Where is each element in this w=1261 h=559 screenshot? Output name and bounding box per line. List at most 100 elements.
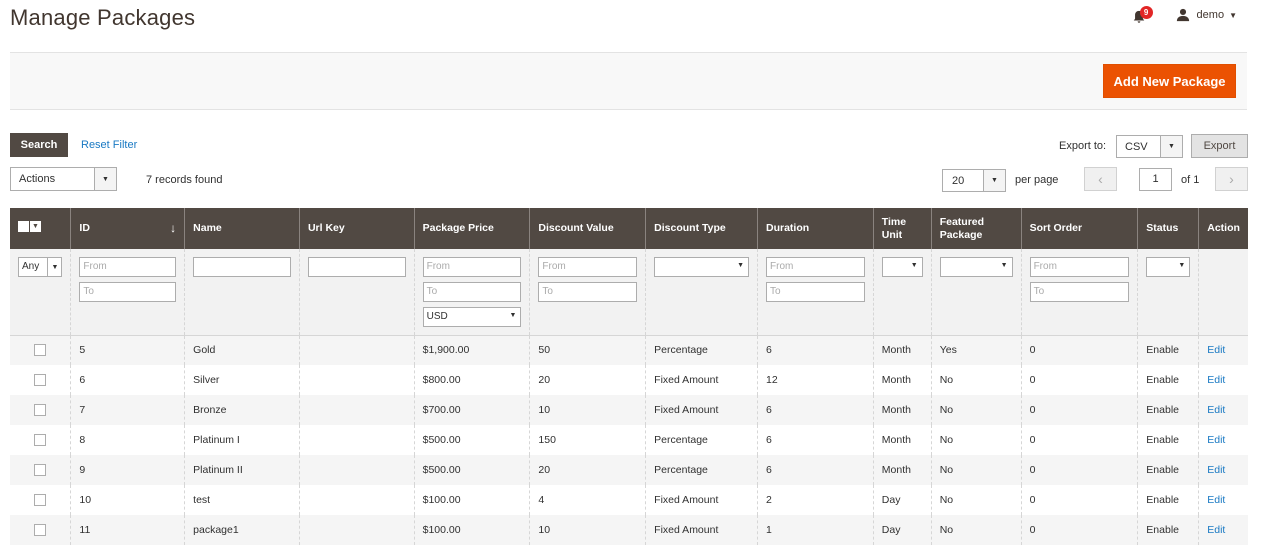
discount-value-to-input[interactable]: To bbox=[538, 282, 638, 302]
notifications-button[interactable]: 9 bbox=[1132, 6, 1153, 24]
edit-link[interactable]: Edit bbox=[1207, 434, 1225, 446]
add-new-package-button[interactable]: Add New Package bbox=[1103, 64, 1236, 98]
current-page-input[interactable]: 1 bbox=[1139, 168, 1172, 191]
table-row[interactable]: 7 Bronze $700.00 10 Fixed Amount 6 Month No 0 Ena… bbox=[10, 395, 1248, 425]
chevron-right-icon: › bbox=[1229, 171, 1234, 187]
table-row[interactable]: 10 test $100.00 4 Fixed Amount 2 Day No 0 Enable E… bbox=[10, 485, 1248, 515]
cell-action: Edit bbox=[1198, 455, 1248, 485]
column-header-id[interactable]: ID ↓ bbox=[70, 208, 185, 249]
cell-time-unit: Month bbox=[872, 395, 932, 425]
cell-duration: 12 bbox=[757, 365, 874, 395]
cell-discount-value: 10 bbox=[529, 515, 646, 545]
search-button[interactable]: Search bbox=[10, 133, 68, 157]
featured-select[interactable]: ▼ bbox=[939, 257, 1013, 277]
cell-name: Platinum I bbox=[184, 425, 300, 455]
price-from-input[interactable]: From bbox=[422, 257, 522, 277]
chevron-down-icon: ▼ bbox=[1160, 136, 1182, 157]
column-header-status[interactable]: Status bbox=[1137, 208, 1199, 249]
column-header-time-unit[interactable]: Time Unit bbox=[872, 208, 932, 249]
cell-time-unit: Month bbox=[872, 335, 932, 365]
cell-sort-order: 0 bbox=[1020, 485, 1138, 515]
per-page-select[interactable]: 20 ▼ bbox=[942, 169, 1006, 192]
edit-link[interactable]: Edit bbox=[1207, 374, 1225, 386]
row-checkbox[interactable] bbox=[34, 494, 47, 507]
cell-name: test bbox=[184, 485, 300, 515]
column-header-url-key[interactable]: Url Key bbox=[298, 208, 415, 249]
duration-to-input[interactable]: To bbox=[766, 282, 865, 302]
row-checkbox[interactable] bbox=[34, 374, 47, 387]
mass-select-header[interactable]: ▼ bbox=[10, 208, 71, 249]
grid-header-row: ▼ ID ↓ Name Url Key Package Price Discoun… bbox=[10, 208, 1248, 249]
cell-status: Enable bbox=[1137, 365, 1199, 395]
cell-duration: 6 bbox=[757, 395, 874, 425]
edit-link[interactable]: Edit bbox=[1207, 344, 1225, 356]
cell-id: 7 bbox=[70, 395, 185, 425]
grid-body: 5 Gold $1,900.00 50 Percentage 6 Month Yes 0 Enab… bbox=[10, 335, 1248, 545]
price-to-input[interactable]: To bbox=[422, 282, 522, 302]
edit-link[interactable]: Edit bbox=[1207, 524, 1225, 536]
reset-filter-link[interactable]: Reset Filter bbox=[81, 139, 137, 151]
row-select-cell bbox=[10, 425, 71, 455]
column-header-package-price[interactable]: Package Price bbox=[413, 208, 530, 249]
discount-value-from-input[interactable]: From bbox=[538, 257, 638, 277]
export-button[interactable]: Export bbox=[1191, 134, 1248, 158]
table-row[interactable]: 5 Gold $1,900.00 50 Percentage 6 Month Yes 0 Enab… bbox=[10, 335, 1248, 365]
duration-from-input[interactable]: From bbox=[766, 257, 865, 277]
row-checkbox[interactable] bbox=[34, 524, 47, 537]
cell-duration: 2 bbox=[757, 485, 874, 515]
sort-order-to-input[interactable]: To bbox=[1029, 282, 1130, 302]
edit-link[interactable]: Edit bbox=[1207, 494, 1225, 506]
id-to-input[interactable]: To bbox=[79, 282, 177, 302]
row-checkbox[interactable] bbox=[34, 464, 47, 477]
table-row[interactable]: 11 package1 $100.00 10 Fixed Amount 1 Day No 0 En… bbox=[10, 515, 1248, 545]
chevron-down-icon: ▼ bbox=[509, 312, 517, 319]
row-checkbox[interactable] bbox=[34, 434, 47, 447]
cell-price: $1,900.00 bbox=[413, 335, 530, 365]
url-key-filter-input[interactable] bbox=[307, 257, 406, 277]
chevron-down-icon: ▼ bbox=[1000, 262, 1008, 269]
table-row[interactable]: 6 Silver $800.00 20 Fixed Amount 12 Month No 0 En… bbox=[10, 365, 1248, 395]
currency-select[interactable]: USD ▼ bbox=[422, 307, 522, 327]
row-select-cell bbox=[10, 485, 71, 515]
id-from-input[interactable]: From bbox=[79, 257, 177, 277]
column-header-name[interactable]: Name bbox=[184, 208, 300, 249]
discount-type-select[interactable]: ▼ bbox=[654, 257, 749, 277]
column-header-discount-value[interactable]: Discount Value bbox=[529, 208, 646, 249]
column-header-duration[interactable]: Duration bbox=[757, 208, 874, 249]
cell-discount-value: 150 bbox=[529, 425, 646, 455]
cell-featured: No bbox=[930, 365, 1022, 395]
table-row[interactable]: 9 Platinum II $500.00 20 Percentage 6 Month No 0… bbox=[10, 455, 1248, 485]
table-row[interactable]: 8 Platinum I $500.00 150 Percentage 6 Month No 0… bbox=[10, 425, 1248, 455]
chevron-down-icon: ▼ bbox=[1178, 262, 1186, 269]
time-unit-select[interactable]: ▼ bbox=[881, 257, 923, 277]
cell-duration: 1 bbox=[757, 515, 874, 545]
status-select[interactable]: ▼ bbox=[1146, 257, 1191, 277]
user-menu[interactable]: demo ▼ bbox=[1176, 8, 1237, 22]
row-checkbox[interactable] bbox=[34, 404, 47, 417]
cell-sort-order: 0 bbox=[1020, 515, 1138, 545]
next-page-button[interactable]: › bbox=[1215, 167, 1248, 191]
records-found: 7 records found bbox=[146, 174, 223, 186]
cell-status: Enable bbox=[1137, 455, 1199, 485]
row-checkbox[interactable] bbox=[34, 344, 47, 357]
cell-url-key bbox=[298, 365, 415, 395]
cell-featured: No bbox=[930, 515, 1022, 545]
column-header-discount-type[interactable]: Discount Type bbox=[645, 208, 758, 249]
cell-discount-type: Fixed Amount bbox=[645, 485, 758, 515]
filter-row: Any ▼ From To From To USD ▼ From To ▼ From… bbox=[10, 249, 1248, 336]
cell-discount-type: Fixed Amount bbox=[645, 365, 758, 395]
column-header-sort-order[interactable]: Sort Order bbox=[1020, 208, 1138, 249]
mass-actions-select[interactable]: Actions ▼ bbox=[10, 167, 117, 191]
export-label: Export to: bbox=[1059, 140, 1107, 152]
mass-select-filter[interactable]: Any ▼ bbox=[18, 257, 63, 277]
edit-link[interactable]: Edit bbox=[1207, 404, 1225, 416]
sort-order-from-input[interactable]: From bbox=[1029, 257, 1130, 277]
column-header-featured-package[interactable]: Featured Package bbox=[930, 208, 1022, 249]
chevron-down-icon: ▼ bbox=[983, 170, 1005, 191]
sort-arrow-icon: ↓ bbox=[170, 221, 177, 235]
name-filter-input[interactable] bbox=[193, 257, 291, 277]
export-format-select[interactable]: CSV ▼ bbox=[1116, 135, 1183, 158]
previous-page-button[interactable]: ‹ bbox=[1084, 167, 1117, 191]
edit-link[interactable]: Edit bbox=[1207, 464, 1225, 476]
cell-action: Edit bbox=[1198, 395, 1248, 425]
